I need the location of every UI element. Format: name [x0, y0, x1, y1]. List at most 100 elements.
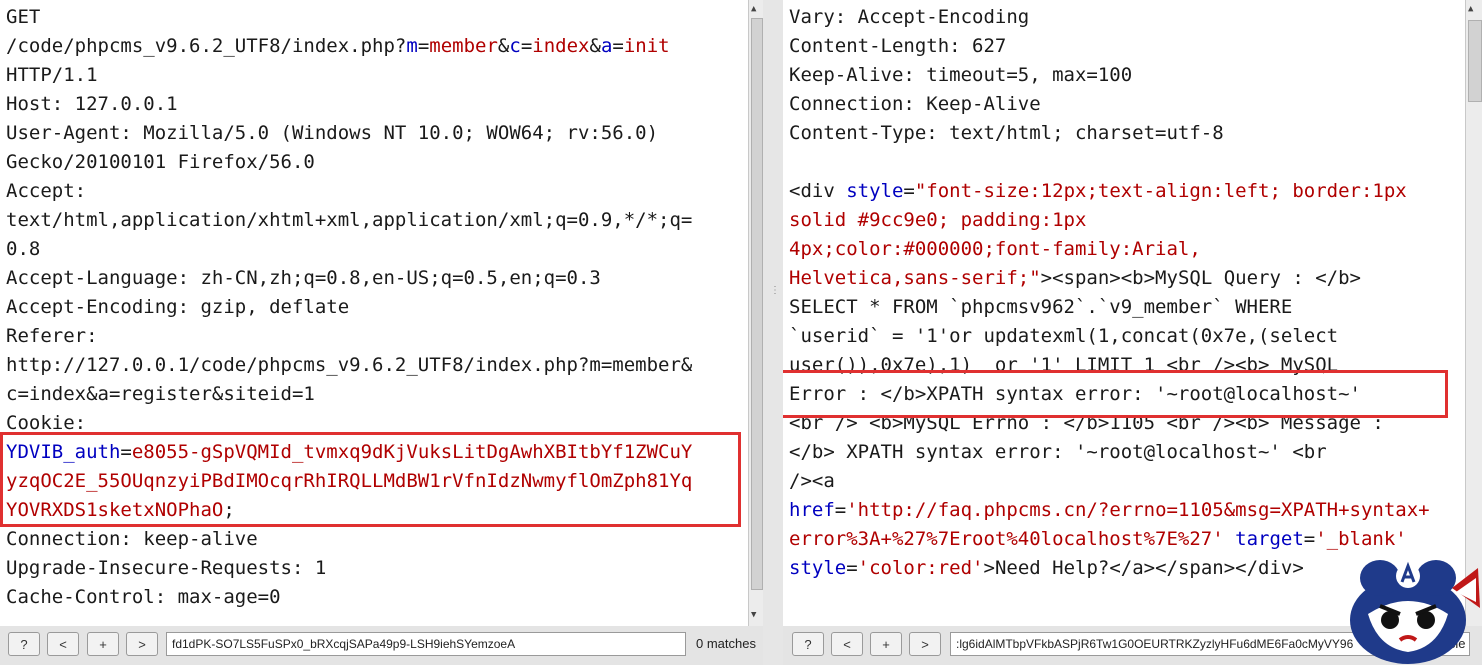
- scroll-up-icon[interactable]: ▲: [751, 4, 756, 14]
- response-token: =: [834, 499, 847, 521]
- previous-match-button[interactable]: <: [47, 632, 79, 656]
- request-token: HTTP/1.1: [6, 64, 98, 86]
- response-token: ><span><b>MySQL Query : </b>: [1040, 267, 1361, 289]
- response-line: </b> XPATH syntax error: '~root@localhos…: [789, 438, 1465, 467]
- response-token: href: [789, 499, 835, 521]
- response-token: </b> XPATH syntax error: '~root@localhos…: [789, 441, 1327, 463]
- request-editor[interactable]: GET/code/phpcms_v9.6.2_UTF8/index.php?m =…: [0, 0, 748, 626]
- request-token: &: [589, 35, 601, 57]
- request-line: Host: 127.0.0.1: [6, 90, 748, 119]
- response-line: Vary: Accept-Encoding: [789, 3, 1465, 32]
- request-line: Referer:: [6, 322, 748, 351]
- response-line: solid #9cc9e0; padding:1px: [789, 206, 1465, 235]
- request-token: /code/phpcms_v9.6.2_UTF8/index.php?: [6, 35, 407, 57]
- request-line: HTTP/1.1: [6, 61, 748, 90]
- request-token: init: [623, 35, 670, 57]
- request-token: Connection: keep-alive: [6, 528, 258, 550]
- previous-match-button[interactable]: <: [831, 632, 863, 656]
- response-token: `userid` = '1'or updatexml(1,concat(0x7e…: [789, 325, 1339, 347]
- response-token: <div: [789, 180, 847, 202]
- request-line: 0.8: [6, 235, 748, 264]
- request-line: Upgrade-Insecure-Requests: 1: [6, 554, 748, 583]
- add-button[interactable]: +: [870, 632, 902, 656]
- response-token: 'color:red': [857, 557, 984, 579]
- match-count: 0 matches: [696, 636, 756, 651]
- request-token: member: [429, 35, 498, 57]
- request-line: Connection: keep-alive: [6, 525, 748, 554]
- response-token: Vary: Accept-Encoding: [789, 6, 1030, 28]
- response-token: style: [846, 180, 904, 202]
- request-token: m: [406, 35, 418, 57]
- scroll-down-icon[interactable]: ▼: [751, 610, 756, 620]
- request-token: Host: 127.0.0.1: [6, 93, 178, 115]
- request-line: Cache-Control: max-age=0: [6, 583, 748, 612]
- xpath-error-highlight-box: [783, 370, 1448, 418]
- request-token: &: [497, 35, 510, 57]
- response-token: Content-Type: text/html; charset=utf-8: [789, 122, 1224, 144]
- request-token: 0.8: [6, 238, 41, 260]
- request-token: Upgrade-Insecure-Requests: 1: [6, 557, 327, 579]
- request-token: a: [600, 35, 613, 57]
- response-token: "font-size:12px;text-align:left; border:…: [914, 180, 1407, 202]
- response-line: Connection: Keep-Alive: [789, 90, 1465, 119]
- request-token: c: [509, 35, 521, 57]
- response-scroll-thumb[interactable]: [1468, 20, 1482, 102]
- response-line: /><a: [789, 467, 1465, 496]
- response-text[interactable]: Vary: Accept-Encoding Content-Length: 627…: [789, 3, 1465, 583]
- request-token: index: [532, 35, 590, 57]
- response-token: 4px;color:#000000;font-family:Arial,: [789, 238, 1201, 260]
- response-line: Content-Type: text/html; charset=utf-8: [789, 119, 1465, 148]
- response-token: Connection: Keep-Alive: [789, 93, 1041, 115]
- next-match-button[interactable]: >: [126, 632, 158, 656]
- help-button[interactable]: ?: [8, 632, 40, 656]
- scroll-up-icon[interactable]: ▲: [1468, 4, 1473, 14]
- request-token: http://127.0.0.1/code/phpcms_v9.6.2_UTF8…: [6, 354, 693, 376]
- request-search-input[interactable]: fd1dPK-SO7LS5FuSPx0_bRXcqjSAPa49p9-LSH9i…: [166, 632, 686, 656]
- request-scroll-thumb[interactable]: [751, 18, 763, 590]
- request-line: Accept-Encoding: gzip, deflate: [6, 293, 748, 322]
- request-token: =: [612, 35, 624, 57]
- response-line: Content-Length: 627: [789, 32, 1465, 61]
- mascot-sticker-icon: [1350, 560, 1480, 664]
- response-token: style: [789, 557, 847, 579]
- response-viewer[interactable]: Vary: Accept-Encoding Content-Length: 627…: [783, 0, 1465, 626]
- response-token: =: [903, 180, 915, 202]
- response-token: /><a: [789, 470, 835, 492]
- response-line: SELECT * FROM `phpcmsv962`.`v9_member` W…: [789, 293, 1465, 322]
- response-token: solid #9cc9e0; padding:1px: [789, 209, 1087, 231]
- add-button[interactable]: +: [87, 632, 119, 656]
- response-token: '_blank': [1315, 528, 1407, 550]
- response-line: `userid` = '1'or updatexml(1,concat(0x7e…: [789, 322, 1465, 351]
- request-line: text/html,application/xhtml+xml,applicat…: [6, 206, 748, 235]
- request-token: c=index&a=register&siteid=1: [6, 383, 315, 405]
- pane-divider[interactable]: ⋮: [763, 0, 783, 665]
- request-token: Accept:: [6, 180, 87, 202]
- response-line: Keep-Alive: timeout=5, max=100: [789, 61, 1465, 90]
- response-line: [789, 148, 1465, 177]
- response-token: Content-Length: 627: [789, 35, 1007, 57]
- response-line: Helvetica,sans-serif;"><span><b>MySQL Qu…: [789, 264, 1465, 293]
- response-token: =: [846, 557, 858, 579]
- response-line: href='http://faq.phpcms.cn/?errno=1105&m…: [789, 496, 1465, 525]
- response-token: error%3A+%27%7Eroot%40localhost%7E%27': [789, 528, 1224, 550]
- request-line: Accept:: [6, 177, 748, 206]
- request-line: User-Agent: Mozilla/5.0 (Windows NT 10.0…: [6, 119, 748, 148]
- next-match-button[interactable]: >: [909, 632, 941, 656]
- divider-grip-icon[interactable]: ⋮: [770, 285, 780, 296]
- request-line: GET: [6, 3, 748, 32]
- response-token: >Need Help?</a></span></div>: [983, 557, 1304, 579]
- help-button[interactable]: ?: [792, 632, 824, 656]
- request-token: =: [520, 35, 533, 57]
- response-line: 4px;color:#000000;font-family:Arial,: [789, 235, 1465, 264]
- response-line: <div style="font-size:12px;text-align:le…: [789, 177, 1465, 206]
- response-scrollbar[interactable]: ▲: [1465, 0, 1482, 626]
- request-line: /code/phpcms_v9.6.2_UTF8/index.php?m = mem…: [6, 32, 748, 61]
- request-line: http://127.0.0.1/code/phpcms_v9.6.2_UTF8…: [6, 351, 748, 380]
- cookie-highlight-box: [0, 432, 741, 527]
- response-token: Keep-Alive: timeout=5, max=100: [789, 64, 1133, 86]
- response-token: SELECT * FROM `phpcmsv962`.`v9_member` W…: [789, 296, 1293, 318]
- request-search-bar: ? < + > fd1dPK-SO7LS5FuSPx0_bRXcqjSAPa49…: [0, 626, 763, 665]
- request-scrollbar[interactable]: ▲ ▼: [748, 0, 763, 626]
- response-token: Helvetica,sans-serif;": [789, 267, 1041, 289]
- response-token: 'http://faq.phpcms.cn/?errno=1105&msg=XP…: [846, 499, 1430, 521]
